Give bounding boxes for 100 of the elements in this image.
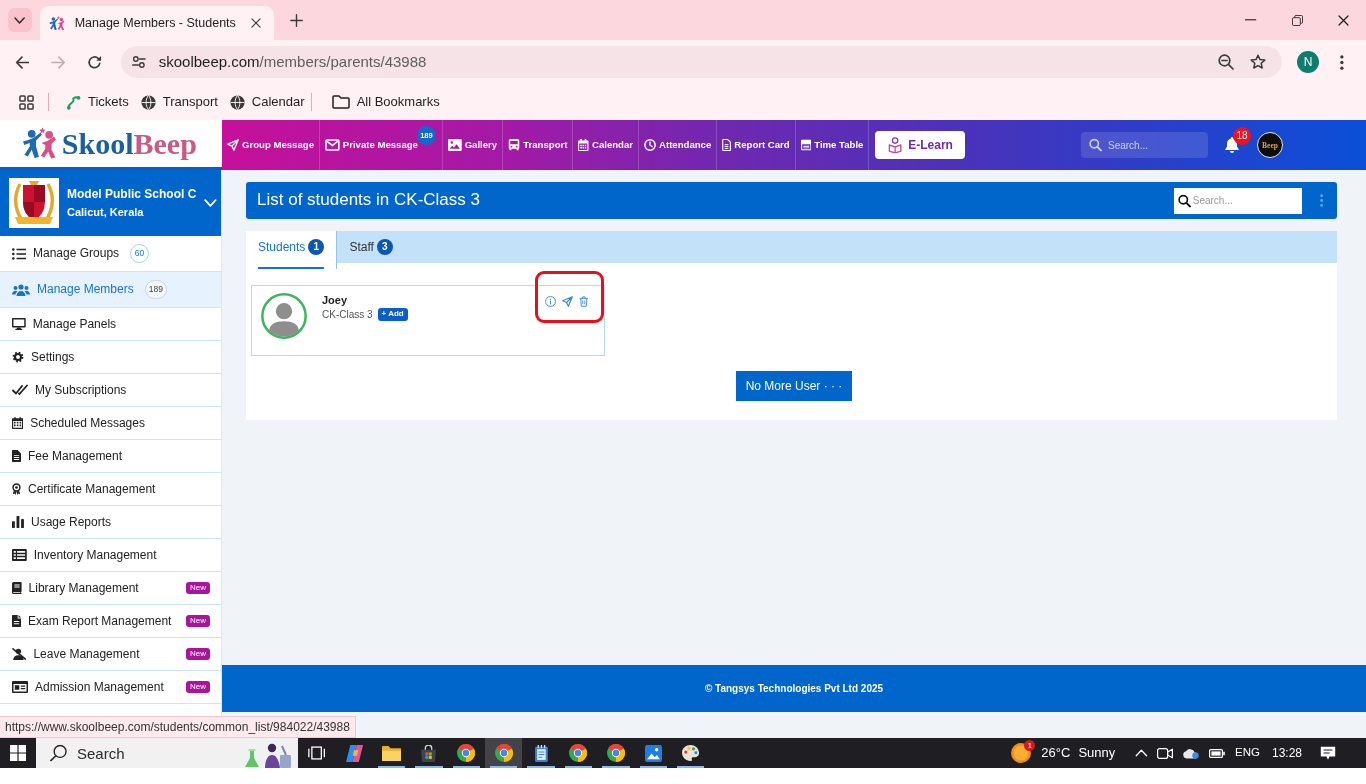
send-icon — [227, 139, 239, 151]
browser-tab[interactable]: Manage Members - Students — [40, 6, 274, 40]
list-icon — [12, 247, 26, 260]
tab-list-button[interactable] — [8, 8, 32, 32]
globe-icon — [229, 94, 245, 110]
camera-icon[interactable] — [1157, 747, 1174, 759]
sidebar-item[interactable]: Library Management New — [0, 572, 221, 605]
sun-icon[interactable] — [1011, 743, 1032, 763]
sidebar-item[interactable]: Inventory Management — [0, 539, 221, 572]
bar-chart-icon — [12, 516, 24, 528]
all-bookmarks-button[interactable]: All Bookmarks — [325, 94, 446, 110]
chevron-up-icon[interactable] — [1135, 749, 1149, 757]
sidebar-item[interactable]: Usage Reports — [0, 506, 221, 539]
envelope-icon — [325, 139, 340, 151]
search-field[interactable]: Search... — [1173, 187, 1302, 214]
sidebar-item[interactable]: Scheduled Messages — [0, 407, 221, 440]
chevron-down-icon[interactable] — [204, 199, 218, 207]
sidebar-item[interactable]: My Subscriptions — [0, 374, 221, 407]
palette-icon — [682, 745, 700, 761]
clock-icon — [644, 139, 656, 151]
document-icon — [12, 615, 21, 627]
trash-icon[interactable] — [579, 296, 589, 307]
clock-text[interactable]: 13:28 — [1271, 745, 1302, 761]
picture-icon — [644, 744, 662, 762]
sidebar-item[interactable]: Settings — [0, 341, 221, 374]
user-slash-icon — [12, 648, 27, 660]
new-tag: New — [186, 648, 210, 660]
taskbar-search-field[interactable]: Search — [36, 738, 298, 768]
profile-button[interactable]: N — [1297, 51, 1319, 73]
notification-badge: 18 — [1233, 127, 1251, 145]
tab[interactable]: Staff 3 — [337, 231, 405, 263]
folder-icon — [381, 745, 402, 761]
school-location: Calicut, Kerala — [67, 206, 145, 220]
sidebar-item[interactable]: Manage Members 189 — [0, 272, 221, 308]
notification-center-icon[interactable] — [1320, 745, 1336, 761]
bell-icon[interactable] — [1225, 137, 1239, 153]
reload-icon — [86, 54, 102, 70]
cloud-icon[interactable] — [1182, 747, 1201, 759]
tricolor-circle-icon — [606, 744, 625, 762]
address-bar[interactable]: skoolbeep.com/members/parents/43988 — [121, 46, 1282, 78]
shopping-bag-icon — [420, 744, 438, 762]
no-more-users-button[interactable]: No More User · · · — [736, 371, 852, 401]
info-icon[interactable] — [545, 296, 557, 307]
zoom-out-icon[interactable] — [1218, 54, 1234, 70]
kebab-menu-icon — [1319, 194, 1323, 207]
sidebar-item[interactable]: Certificate Management — [0, 473, 221, 506]
chevron-down-icon — [14, 16, 26, 24]
notepad-icon — [533, 744, 549, 762]
battery-icon[interactable] — [1209, 748, 1226, 758]
monitor-icon — [12, 318, 26, 330]
close-tab-button[interactable] — [248, 15, 264, 31]
image-icon — [447, 139, 462, 151]
language-text[interactable]: ENG — [1235, 746, 1260, 760]
sidebar-item[interactable]: Manage Panels — [0, 308, 221, 341]
search-icon — [1177, 194, 1191, 207]
table-list-icon — [12, 549, 27, 561]
member-name: Joey — [322, 294, 349, 308]
search-icon — [1089, 138, 1102, 152]
settings-icon — [12, 351, 24, 363]
menu-icon — [1340, 54, 1344, 70]
add-button[interactable]: + Add — [377, 308, 408, 321]
send-icon[interactable] — [562, 296, 574, 307]
folder-icon — [331, 95, 350, 109]
new-tag: New — [186, 681, 210, 693]
task-view-icon — [308, 746, 326, 760]
bookmark-link[interactable]: Tickets — [60, 94, 135, 110]
school-name: Model Public School C — [67, 186, 197, 202]
close-icon — [1337, 14, 1349, 26]
bookmark-star-icon[interactable] — [1250, 54, 1266, 70]
user-avatar-icon — [261, 293, 307, 339]
taskbar-button[interactable] — [484, 738, 523, 768]
id-card-icon — [12, 681, 28, 693]
count-badge: 60 — [130, 244, 150, 263]
grid-icon — [19, 94, 34, 110]
plus-icon — [289, 13, 303, 27]
tab[interactable]: Students 1 — [246, 231, 338, 269]
calendar-icon — [12, 417, 24, 429]
new-tag: New — [186, 582, 210, 594]
calendar-icon — [578, 139, 589, 151]
sidebar-item[interactable]: Exam Report Management New — [0, 605, 221, 638]
sliders-icon[interactable] — [132, 56, 146, 68]
people-logo-icon — [49, 15, 67, 31]
page-title: List of students in CK-Class 3 — [257, 190, 480, 211]
document-icon — [12, 450, 21, 462]
document-icon — [722, 139, 732, 151]
sidebar-item[interactable]: Fee Management — [0, 440, 221, 473]
e-learn-button[interactable]: E-Learn — [875, 131, 966, 159]
new-tag: New — [186, 615, 210, 627]
logo-text: SkoolBeep — [61, 128, 197, 159]
users-icon — [12, 283, 30, 296]
bookmark-link[interactable]: Calendar — [223, 94, 311, 110]
bookmark-link[interactable]: Transport — [134, 94, 224, 110]
sidebar-item[interactable]: Leave Management New — [0, 638, 221, 671]
sidebar-item[interactable]: Admission Management New — [0, 671, 221, 704]
back-arrow-icon — [14, 55, 30, 69]
count-badge: 1 — [308, 239, 325, 255]
tricolor-circle-icon — [494, 744, 513, 762]
reader-icon — [888, 137, 903, 153]
close-icon — [251, 18, 261, 28]
apps-button[interactable] — [19, 94, 34, 110]
